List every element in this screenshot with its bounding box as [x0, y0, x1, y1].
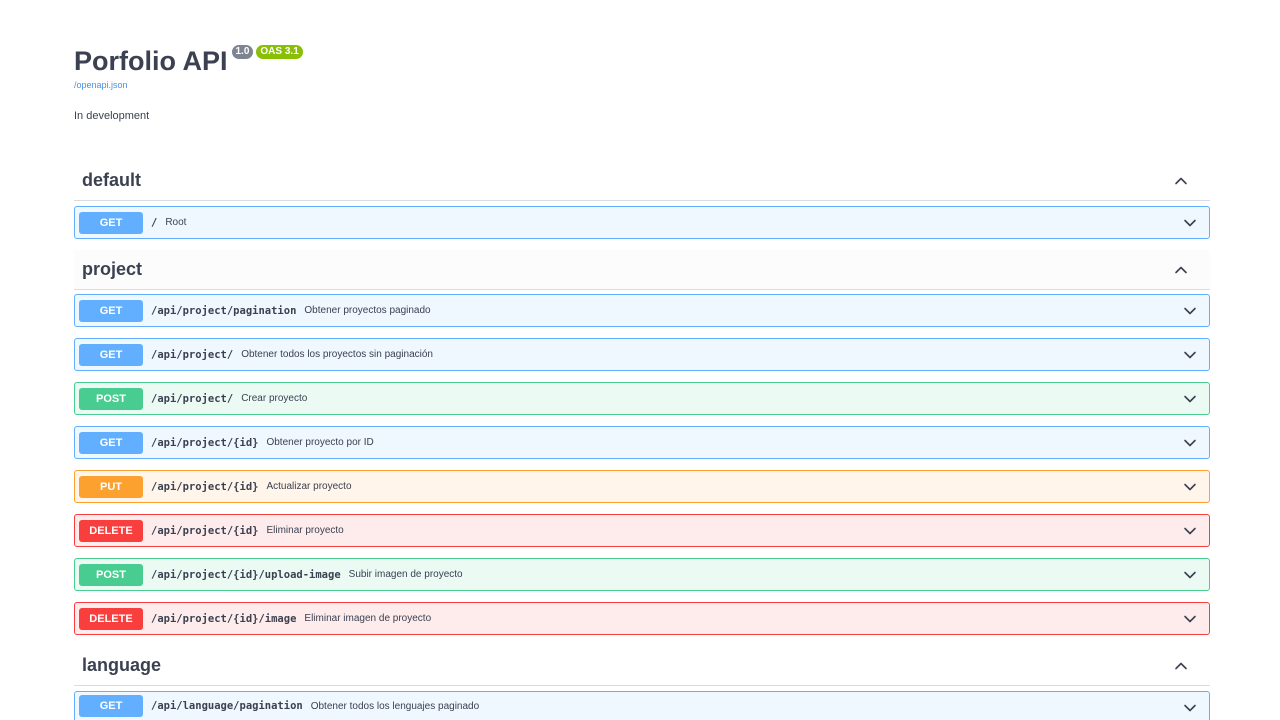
operation-get-language-pagination[interactable]: GET /api/language/pagination Obtener tod…: [74, 691, 1210, 720]
chevron-up-icon[interactable]: [1174, 659, 1188, 673]
operation-get-project-by-id[interactable]: GET /api/project/{id} Obtener proyecto p…: [74, 426, 1210, 459]
tag-header-project[interactable]: project: [74, 250, 1210, 290]
chevron-down-icon[interactable]: [1183, 568, 1197, 582]
operation-post-project-upload-image[interactable]: POST /api/project/{id}/upload-image Subi…: [74, 558, 1210, 591]
operation-summary: Eliminar proyecto: [266, 525, 344, 536]
chevron-down-icon[interactable]: [1183, 701, 1197, 715]
chevron-down-icon[interactable]: [1183, 392, 1197, 406]
api-info: Porfolio API 1.0 OAS 3.1 /openapi.json I…: [74, 44, 1210, 122]
api-description: In development: [74, 110, 150, 122]
operation-path: /api/project/: [151, 392, 234, 405]
tag-name: default: [82, 170, 142, 190]
tag-name: project: [82, 259, 143, 279]
tag-header-default[interactable]: default: [74, 161, 1210, 201]
operation-path: /api/language/pagination: [151, 700, 303, 712]
method-badge: POST: [79, 387, 143, 410]
method-badge: GET: [79, 299, 143, 322]
chevron-up-icon[interactable]: [1174, 263, 1188, 277]
operation-summary: Crear proyecto: [241, 393, 308, 404]
operation-path: /api/project/: [151, 348, 234, 361]
api-title: Porfolio API: [74, 46, 228, 76]
version-badge: 1.0: [231, 45, 254, 59]
method-badge: GET: [79, 695, 143, 717]
operation-put-project[interactable]: PUT /api/project/{id} Actualizar proyect…: [74, 470, 1210, 503]
operation-summary: Eliminar imagen de proyecto: [304, 613, 432, 624]
chevron-down-icon[interactable]: [1183, 524, 1197, 538]
operation-get-root[interactable]: GET / Root: [74, 206, 1210, 239]
operation-get-project-all[interactable]: GET /api/project/ Obtener todos los proy…: [74, 338, 1210, 371]
oas-badge: OAS 3.1: [256, 45, 303, 59]
chevron-down-icon[interactable]: [1183, 348, 1197, 362]
operation-summary: Actualizar proyecto: [266, 481, 352, 492]
operation-path: /api/project/{id}/image: [151, 612, 297, 625]
chevron-down-icon[interactable]: [1183, 612, 1197, 626]
openapi-json-link[interactable]: /openapi.json: [74, 80, 1210, 91]
operation-summary: Root: [165, 217, 187, 228]
chevron-down-icon[interactable]: [1183, 304, 1197, 318]
operation-path: /api/project/{id}/upload-image: [151, 568, 341, 581]
operation-summary: Obtener todos los proyectos sin paginaci…: [241, 349, 433, 360]
tag-header-language[interactable]: language: [74, 646, 1210, 686]
chevron-down-icon[interactable]: [1183, 216, 1197, 230]
method-badge: GET: [79, 211, 143, 234]
operation-path: /: [151, 216, 158, 229]
tag-name: language: [82, 655, 162, 675]
chevron-down-icon[interactable]: [1183, 480, 1197, 494]
title-row: Porfolio API 1.0 OAS 3.1: [74, 44, 1210, 78]
method-badge: POST: [79, 563, 143, 586]
chevron-down-icon[interactable]: [1183, 436, 1197, 450]
method-badge: DELETE: [79, 519, 143, 542]
operation-get-project-pagination[interactable]: GET /api/project/pagination Obtener proy…: [74, 294, 1210, 327]
operation-summary: Obtener proyectos paginado: [304, 305, 431, 316]
operation-path: /api/project/pagination: [151, 304, 297, 317]
method-badge: DELETE: [79, 607, 143, 630]
method-badge: PUT: [79, 475, 143, 498]
method-badge: GET: [79, 431, 143, 454]
operation-path: /api/project/{id}: [151, 436, 259, 449]
swagger-ui-page: Porfolio API 1.0 OAS 3.1 /openapi.json I…: [0, 0, 1280, 720]
operation-path: /api/project/{id}: [151, 524, 259, 537]
operation-summary: Obtener todos los lenguajes paginado: [310, 700, 480, 712]
method-badge: GET: [79, 343, 143, 366]
operation-post-project[interactable]: POST /api/project/ Crear proyecto: [74, 382, 1210, 415]
operation-delete-project-image[interactable]: DELETE /api/project/{id}/image Eliminar …: [74, 602, 1210, 635]
chevron-up-icon[interactable]: [1174, 174, 1188, 188]
operation-delete-project[interactable]: DELETE /api/project/{id} Eliminar proyec…: [74, 514, 1210, 547]
operation-summary: Subir imagen de proyecto: [348, 569, 463, 580]
operation-summary: Obtener proyecto por ID: [266, 437, 374, 448]
operation-path: /api/project/{id}: [151, 480, 259, 493]
